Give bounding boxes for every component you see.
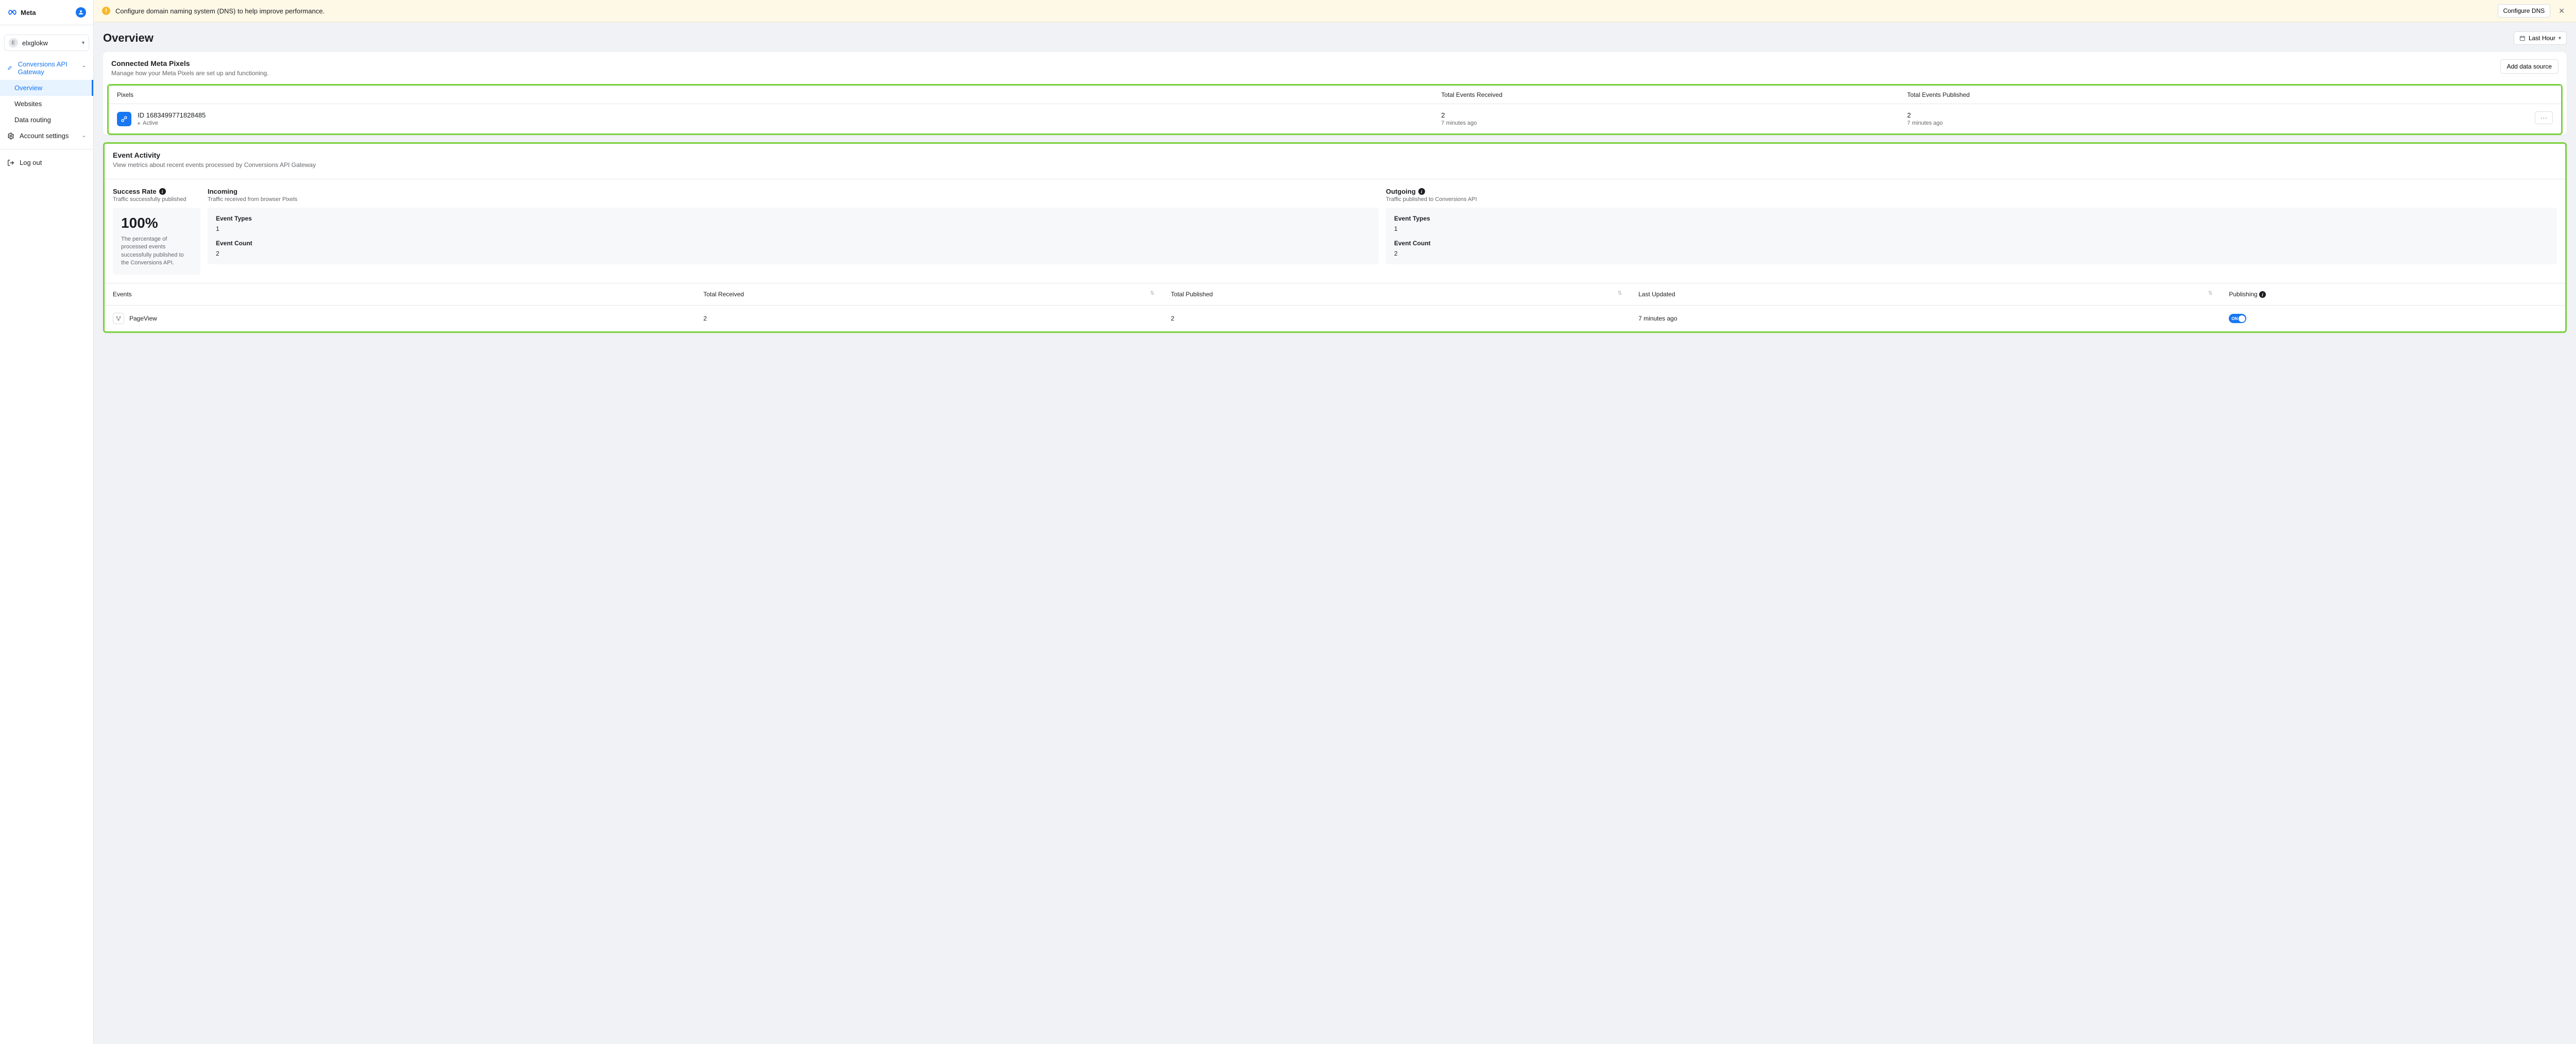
pixel-id: ID 1683499771828485 [138, 111, 206, 119]
logout-icon [7, 159, 14, 166]
account-avatar-icon: E [9, 38, 18, 47]
pixel-row: ID 1683499771828485 Active 2 7 minutes a… [109, 104, 2561, 134]
pixel-connection-icon [117, 112, 131, 126]
gear-icon [7, 132, 14, 140]
chevron-down-icon: ⌄ [82, 133, 86, 139]
configure-dns-button[interactable]: Configure DNS [2498, 4, 2551, 18]
outgoing-count-value: 2 [1394, 250, 2549, 257]
event-name: PageView [129, 315, 157, 322]
col-last-updated: Last Updated [1638, 291, 1675, 298]
event-type-icon [113, 313, 124, 324]
outgoing-types-label: Event Types [1394, 215, 2549, 222]
account-selector[interactable]: E elxglokw ▾ [4, 35, 89, 51]
user-avatar-icon[interactable] [76, 7, 86, 18]
rocket-icon [7, 64, 13, 72]
nav-data-routing[interactable]: Data routing [0, 112, 93, 128]
nav-account-settings[interactable]: Account settings ⌄ [0, 128, 93, 144]
chevron-down-icon: ▾ [82, 40, 84, 46]
published-value: 2 [1907, 111, 2357, 119]
incoming-label: Incoming [208, 188, 238, 195]
calendar-icon [2519, 35, 2526, 41]
sidebar: Meta E elxglokw ▾ Conversions API Gatewa… [0, 0, 94, 1044]
incoming-desc: Traffic received from browser Pixels [208, 196, 1379, 203]
pixels-card-subtitle: Manage how your Meta Pixels are set up a… [111, 70, 269, 77]
event-row: PageView 2 2 7 minutes ago ON [105, 306, 2565, 332]
outgoing-desc: Traffic published to Conversions API [1386, 196, 2557, 203]
logout-label: Log out [20, 159, 42, 166]
col-received: Total Events Received [1433, 86, 1899, 104]
incoming-count-value: 2 [216, 250, 1370, 257]
nav-websites[interactable]: Websites [0, 96, 93, 112]
chevron-up-icon: ⌃ [82, 65, 86, 71]
meta-logo: Meta [7, 7, 36, 18]
col-pixels: Pixels [109, 86, 1433, 104]
received-time: 7 minutes ago [1441, 120, 1890, 126]
event-received: 2 [695, 306, 1162, 332]
chevron-down-icon: ▾ [2558, 36, 2561, 41]
outgoing-types-value: 1 [1394, 225, 2549, 232]
pixels-table: Pixels Total Events Received Total Event… [109, 86, 2561, 133]
info-icon[interactable]: i [1418, 188, 1425, 195]
logout-button[interactable]: Log out [0, 155, 93, 171]
incoming-types-value: 1 [216, 225, 1370, 232]
col-publishing: Publishing [2229, 291, 2257, 298]
nav-label: Conversions API Gateway [18, 60, 77, 76]
time-range-label: Last Hour [2529, 35, 2555, 42]
pixels-card-title: Connected Meta Pixels [111, 59, 269, 68]
col-events: Events [113, 291, 132, 298]
col-total-published: Total Published [1171, 291, 1213, 298]
connected-pixels-card: Connected Meta Pixels Manage how your Me… [103, 52, 2567, 135]
received-value: 2 [1441, 111, 1890, 119]
col-total-received: Total Received [703, 291, 744, 298]
event-published: 2 [1163, 306, 1630, 332]
toggle-label: ON [2231, 316, 2238, 321]
events-table: Events Total Received⇅ Total Published⇅ … [105, 283, 2565, 332]
nav-overview[interactable]: Overview [0, 80, 93, 96]
publishing-toggle[interactable]: ON [2229, 314, 2246, 323]
published-time: 7 minutes ago [1907, 120, 2357, 126]
info-icon[interactable]: i [159, 188, 166, 195]
event-activity-card: Event Activity View metrics about recent… [103, 142, 2567, 333]
warning-icon: ! [102, 7, 110, 15]
account-name: elxglokw [22, 39, 78, 47]
incoming-types-label: Event Types [216, 215, 1370, 222]
incoming-count-label: Event Count [216, 240, 1370, 247]
add-data-source-button[interactable]: Add data source [2500, 59, 2558, 74]
more-actions-button[interactable]: ··· [2535, 111, 2553, 124]
activity-subtitle: View metrics about recent events process… [113, 161, 2557, 169]
time-range-selector[interactable]: Last Hour ▾ [2514, 31, 2567, 45]
nav-settings-label: Account settings [20, 132, 69, 140]
col-published: Total Events Published [1899, 86, 2365, 104]
sidebar-header: Meta [0, 0, 93, 25]
brand-text: Meta [21, 9, 36, 16]
outgoing-label: Outgoing [1386, 188, 1416, 195]
banner-text: Configure domain naming system (DNS) to … [115, 7, 325, 15]
sort-icon[interactable]: ⇅ [1150, 291, 1154, 296]
activity-title: Event Activity [113, 151, 2557, 159]
outgoing-count-label: Event Count [1394, 240, 2549, 247]
meta-logo-icon [7, 7, 18, 18]
nav-conversions-api-gateway[interactable]: Conversions API Gateway ⌃ [0, 56, 93, 80]
main-content: ! Configure domain naming system (DNS) t… [94, 0, 2576, 1044]
sort-icon[interactable]: ⇅ [2208, 291, 2212, 296]
close-icon[interactable]: ✕ [2555, 7, 2568, 15]
success-rate-desc: Traffic successfully published [113, 196, 200, 203]
success-rate-box-desc: The percentage of processed events succe… [121, 235, 192, 267]
dns-banner: ! Configure domain naming system (DNS) t… [94, 0, 2576, 22]
info-icon[interactable]: i [2259, 291, 2266, 298]
pixel-status: Active [143, 120, 158, 126]
success-rate-value: 100% [121, 215, 192, 231]
sort-icon[interactable]: ⇅ [1618, 291, 1622, 296]
page-title: Overview [103, 31, 154, 45]
success-rate-label: Success Rate [113, 188, 157, 195]
event-updated: 7 minutes ago [1630, 306, 2221, 332]
